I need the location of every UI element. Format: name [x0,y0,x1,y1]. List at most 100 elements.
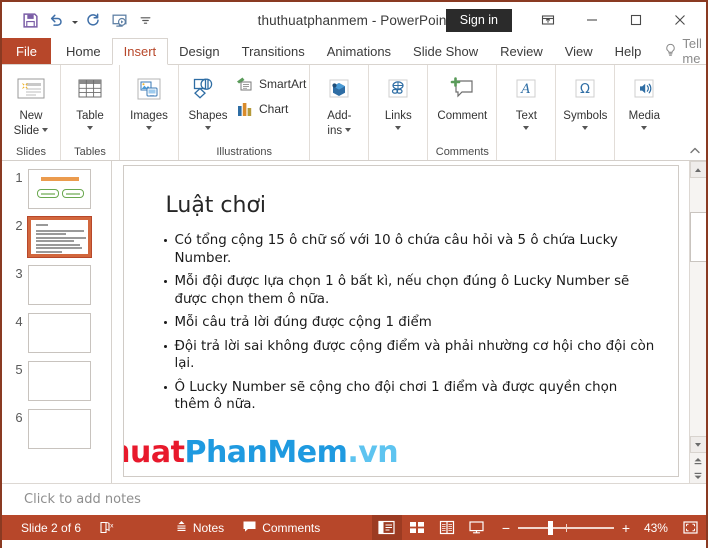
thumbnail-item-3[interactable]: 3 [2,265,111,305]
slide-body-placeholder[interactable]: Có tổng cộng 15 ô chữ số với 10 ô chứa c… [162,232,656,420]
slide-bullet: Đội trả lời sai không được cộng điểm và … [162,338,656,373]
smartart-button[interactable]: SmartArt [236,75,306,93]
add-ins-button[interactable]: Add- ins [313,69,365,137]
shapes-dropdown-icon[interactable] [205,125,211,130]
zoom-control[interactable]: − + 43% [492,520,676,536]
symbols-button[interactable]: Ω Symbols [559,69,611,130]
sign-in-button[interactable]: Sign in [445,8,512,32]
zoom-out-button[interactable]: − [500,520,512,536]
tell-me-search[interactable]: Tell me [652,36,706,66]
ribbon-display-options-icon[interactable] [526,5,570,35]
spell-check-icon[interactable]: x [90,515,123,540]
zoom-slider-handle[interactable] [547,520,553,535]
images-button[interactable]: Images [123,69,175,130]
text-icon: A [506,72,546,108]
undo-dropdown-icon[interactable] [70,9,79,31]
shapes-button[interactable]: Shapes [182,69,234,130]
fit-to-window-icon[interactable] [676,515,706,540]
thumbnail-preview[interactable] [28,169,91,209]
group-label-comments: Comments [435,146,489,158]
tab-view[interactable]: View [554,38,604,64]
slide-thumbnail-pane[interactable]: 1 2 3 4 5 6 [2,161,112,483]
thumbnail-preview[interactable] [28,265,91,305]
comment-button[interactable]: Comment [431,69,493,123]
thumbnail-number: 3 [15,266,23,281]
thumbnail-preview[interactable] [28,409,91,449]
images-dropdown-icon[interactable] [146,125,152,130]
tab-review[interactable]: Review [489,38,554,64]
next-slide-button[interactable] [690,468,707,483]
normal-view-button[interactable] [371,515,402,540]
scroll-down-icon[interactable] [689,436,706,453]
thumbnail-preview-selected[interactable] [27,216,92,258]
collapse-ribbon-icon[interactable] [688,144,702,158]
tab-insert[interactable]: Insert [111,38,169,65]
symbols-dropdown-icon[interactable] [582,125,589,130]
tab-design[interactable]: Design [168,38,230,64]
tab-help[interactable]: Help [604,38,653,64]
start-presentation-icon[interactable] [107,8,131,32]
table-button[interactable]: Table [64,69,116,130]
tab-animations[interactable]: Animations [316,38,402,64]
new-slide-icon [11,72,51,108]
new-slide-dropdown-icon[interactable] [42,128,49,133]
new-slide-button[interactable]: New Slide [5,69,57,137]
redo-icon[interactable] [81,8,105,32]
add-ins-dropdown-icon[interactable] [345,128,352,133]
ribbon-group-images: Images [120,65,179,160]
chart-button[interactable]: Chart [236,100,306,118]
slide-sorter-view-button[interactable] [402,515,432,540]
previous-slide-button[interactable] [690,453,707,468]
thumbnail-item-5[interactable]: 5 [2,361,111,401]
slide-canvas[interactable]: Luật chơi Có tổng cộng 15 ô chữ số với 1… [122,165,679,477]
notes-button[interactable]: Notes [166,515,233,540]
svg-text:A: A [521,82,531,97]
slide-show-button[interactable] [462,515,492,540]
text-button[interactable]: A Text [500,69,552,130]
status-left: Slide 2 of 6 x [12,515,123,540]
slide-title[interactable]: Luật chơi [166,193,267,218]
tab-file[interactable]: File [2,38,51,64]
reading-view-button[interactable] [432,515,462,540]
comments-button[interactable]: Comments [233,515,329,540]
thumb2-title-bar [36,224,48,226]
thumbnail-item-6[interactable]: 6 [2,409,111,449]
maximize-icon[interactable] [614,5,658,35]
thumbnail-preview[interactable] [28,361,91,401]
scrollbar-thumb[interactable] [689,212,706,262]
ribbon-content: New Slide Slides Table Tables Images Sha… [2,65,706,161]
vertical-scrollbar[interactable] [689,161,706,483]
undo-icon[interactable] [44,8,68,32]
links-button[interactable]: Links [372,69,424,130]
slide-bullet: Mỗi đội được lựa chọn 1 ô bất kì, nếu ch… [162,273,656,308]
zoom-in-button[interactable]: + [620,520,632,536]
media-button[interactable]: Media [618,69,670,130]
customize-quick-access-icon[interactable] [133,8,157,32]
links-dropdown-icon[interactable] [395,125,402,130]
minimize-icon[interactable] [570,5,614,35]
thumbnail-item-4[interactable]: 4 [2,313,111,353]
tab-transitions[interactable]: Transitions [231,38,316,64]
table-dropdown-icon[interactable] [87,125,93,130]
thumbnail-preview[interactable] [28,313,91,353]
watermark-part3: .vn [347,435,399,470]
slide-indicator[interactable]: Slide 2 of 6 [12,515,90,540]
scroll-up-icon[interactable] [689,161,706,178]
thumbnail-number: 4 [15,314,23,329]
thumbnail-item-2[interactable]: 2 [2,216,111,258]
zoom-slider[interactable] [517,520,614,535]
group-label-slides: Slides [16,146,46,158]
new-slide-label-line2: Slide [13,124,40,137]
tab-home[interactable]: Home [55,38,112,64]
scrollbar-track[interactable] [689,178,706,436]
save-icon[interactable] [18,8,42,32]
ribbon-group-symbols: Ω Symbols [556,65,616,160]
zoom-level-label[interactable]: 43% [638,521,668,535]
thumbnail-item-1[interactable]: 1 [2,169,111,209]
tab-slide-show[interactable]: Slide Show [402,38,489,64]
notes-pane[interactable]: Click to add notes [2,483,706,515]
group-label-tables: Tables [74,146,106,158]
text-dropdown-icon[interactable] [523,125,530,130]
media-dropdown-icon[interactable] [641,125,648,130]
close-icon[interactable] [658,5,702,35]
